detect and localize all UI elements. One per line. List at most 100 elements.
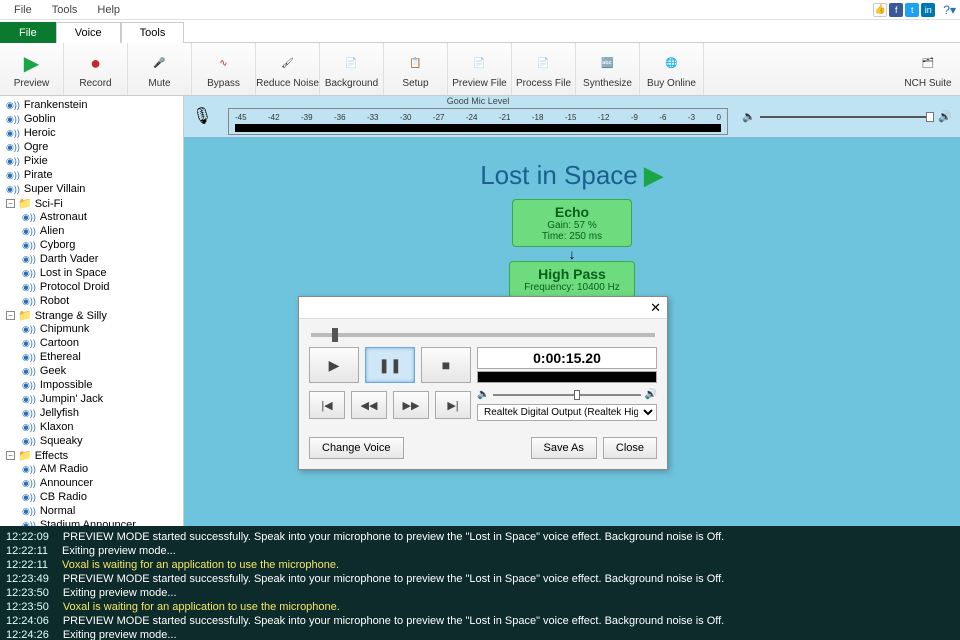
close-button[interactable]: Close xyxy=(603,437,657,459)
effect-node[interactable]: High PassFrequency: 10400 Hz xyxy=(509,261,635,298)
tree-item[interactable]: ◉))Robot xyxy=(20,294,183,308)
voice-icon: ◉)) xyxy=(22,476,36,490)
menu-tools[interactable]: Tools xyxy=(42,2,88,18)
ribbon-tabs: File Voice Tools xyxy=(0,20,960,42)
process-file-button[interactable]: 📄Process File xyxy=(512,43,576,95)
tree-item[interactable]: ◉))Klaxon xyxy=(20,420,183,434)
save-as-button[interactable]: Save As xyxy=(531,437,597,459)
tree-item[interactable]: ◉))Frankenstein xyxy=(4,98,183,112)
tree-item[interactable]: ◉))Pixie xyxy=(4,154,183,168)
tree-item[interactable]: ◉))Geek xyxy=(20,364,183,378)
tab-file[interactable]: File xyxy=(0,22,56,43)
stop-button[interactable]: ■ xyxy=(421,347,471,383)
tree-item[interactable]: ◉))Impossible xyxy=(20,378,183,392)
reduce-noise-button[interactable]: 🖌Reduce Noise xyxy=(256,43,320,95)
buy-online-button[interactable]: 🌐Buy Online xyxy=(640,43,704,95)
player-volume-slider[interactable]: 🔈 🔊 xyxy=(477,389,657,400)
preview-file-button[interactable]: 📄Preview File xyxy=(448,43,512,95)
tree-group-toggle[interactable]: −📁Strange & Silly xyxy=(4,309,183,322)
tree-item[interactable]: ◉))Ethereal xyxy=(20,350,183,364)
mic-level-label: Good Mic Level xyxy=(443,96,514,106)
tree-item[interactable]: ◉))Cyborg xyxy=(20,238,183,252)
skip-back-button[interactable]: |◀ xyxy=(309,391,345,419)
voice-icon: ◉)) xyxy=(6,112,20,126)
voice-icon: ◉)) xyxy=(22,336,36,350)
tree-item[interactable]: ◉))CB Radio xyxy=(20,490,183,504)
suite-icon: 🗂 xyxy=(916,52,940,76)
pause-button[interactable]: ❚❚ xyxy=(365,347,415,383)
preview-file-icon: 📄 xyxy=(468,52,492,76)
close-icon[interactable]: ✕ xyxy=(650,300,661,316)
voice-play-icon[interactable]: ▶ xyxy=(644,160,664,190)
twitter-icon[interactable]: t xyxy=(905,3,919,17)
collapse-icon: − xyxy=(6,451,15,460)
tree-item[interactable]: ◉))Cartoon xyxy=(20,336,183,350)
menu-bar: File Tools Help 👍 f t in ?▾ xyxy=(0,0,960,20)
help-dropdown-icon[interactable]: ?▾ xyxy=(943,3,956,17)
tab-voice[interactable]: Voice xyxy=(56,22,121,43)
voice-icon: ◉)) xyxy=(22,462,36,476)
tab-tools[interactable]: Tools xyxy=(121,22,185,43)
effect-node[interactable]: EchoGain: 57 %Time: 250 ms xyxy=(512,199,632,247)
log-row: 12:23:49PREVIEW MODE started successfull… xyxy=(6,572,954,586)
chain-arrow-icon: ↓ xyxy=(569,249,576,259)
tree-item[interactable]: ◉))Protocol Droid xyxy=(20,280,183,294)
tree-item[interactable]: ◉))AM Radio xyxy=(20,462,183,476)
tree-item[interactable]: ◉))Squeaky xyxy=(20,434,183,448)
voice-canvas: 🎙 Good Mic Level -45-42-39-36-33-30-27-2… xyxy=(184,96,960,526)
log-row: 12:24:26Exiting preview mode... xyxy=(6,628,954,640)
tree-item[interactable]: ◉))Lost in Space xyxy=(20,266,183,280)
tree-item[interactable]: ◉))Ogre xyxy=(4,140,183,154)
tree-item[interactable]: ◉))Stadium Announcer xyxy=(20,518,183,526)
tree-item[interactable]: ◉))Goblin xyxy=(4,112,183,126)
tree-item[interactable]: ◉))Pirate xyxy=(4,168,183,182)
skip-forward-button[interactable]: ▶| xyxy=(435,391,471,419)
log-row: 12:23:50Exiting preview mode... xyxy=(6,586,954,600)
like-icon[interactable]: 👍 xyxy=(873,3,887,17)
bypass-button[interactable]: ∿Bypass xyxy=(192,43,256,95)
linkedin-icon[interactable]: in xyxy=(921,3,935,17)
voice-icon: ◉)) xyxy=(22,252,36,266)
voice-icon: ◉)) xyxy=(22,420,36,434)
synthesize-button[interactable]: 🔤Synthesize xyxy=(576,43,640,95)
audio-device-select[interactable]: Realtek Digital Output (Realtek High Def… xyxy=(477,404,657,421)
tree-item[interactable]: ◉))Jumpin' Jack xyxy=(20,392,183,406)
record-button[interactable]: ●Record xyxy=(64,43,128,95)
record-icon: ● xyxy=(84,52,108,76)
voice-icon: ◉)) xyxy=(22,392,36,406)
voice-tree[interactable]: ◉))Frankenstein◉))Goblin◉))Heroic◉))Ogre… xyxy=(0,96,184,526)
tree-item[interactable]: ◉))Super Villain xyxy=(4,182,183,196)
background-button[interactable]: 📄Background xyxy=(320,43,384,95)
change-voice-button[interactable]: Change Voice xyxy=(309,437,404,459)
tree-item[interactable]: ◉))Normal xyxy=(20,504,183,518)
mute-button[interactable]: 🎤Mute xyxy=(128,43,192,95)
tree-group-toggle[interactable]: −📁Sci-Fi xyxy=(4,197,183,210)
tree-item[interactable]: ◉))Darth Vader xyxy=(20,252,183,266)
menu-file[interactable]: File xyxy=(4,2,42,18)
meter-ticks: -45-42-39-36-33-30-27-24-21-18-15-12-9-6… xyxy=(235,113,721,122)
voice-icon: ◉)) xyxy=(22,518,36,526)
rewind-button[interactable]: ◀◀ xyxy=(351,391,387,419)
tree-item[interactable]: ◉))Heroic xyxy=(4,126,183,140)
facebook-icon[interactable]: f xyxy=(889,3,903,17)
play-button[interactable]: ▶ xyxy=(309,347,359,383)
nch-suite-button[interactable]: 🗂NCH Suite xyxy=(896,43,960,95)
tree-item[interactable]: ◉))Chipmunk xyxy=(20,322,183,336)
player-dialog: ✕ ▶ ❚❚ ■ 0:00:15.20 |◀ ◀◀ ▶▶ ▶| xyxy=(298,296,668,470)
preview-button[interactable]: ▶Preview xyxy=(0,43,64,95)
voice-icon: ◉)) xyxy=(6,126,20,140)
voice-title: Lost in Space▶ xyxy=(184,160,960,191)
tree-item[interactable]: ◉))Alien xyxy=(20,224,183,238)
fast-forward-button[interactable]: ▶▶ xyxy=(393,391,429,419)
output-volume-slider[interactable]: 🔈 🔊 xyxy=(742,110,952,123)
menu-help[interactable]: Help xyxy=(87,2,130,18)
tree-item[interactable]: ◉))Announcer xyxy=(20,476,183,490)
setup-button[interactable]: 📋Setup xyxy=(384,43,448,95)
tree-group-toggle[interactable]: −📁Effects xyxy=(4,449,183,462)
tree-item[interactable]: ◉))Astronaut xyxy=(20,210,183,224)
tree-item[interactable]: ◉))Jellyfish xyxy=(20,406,183,420)
voice-icon: ◉)) xyxy=(22,280,36,294)
collapse-icon: − xyxy=(6,199,15,208)
seek-slider[interactable] xyxy=(311,333,655,337)
dialog-title-bar[interactable]: ✕ xyxy=(299,297,667,319)
